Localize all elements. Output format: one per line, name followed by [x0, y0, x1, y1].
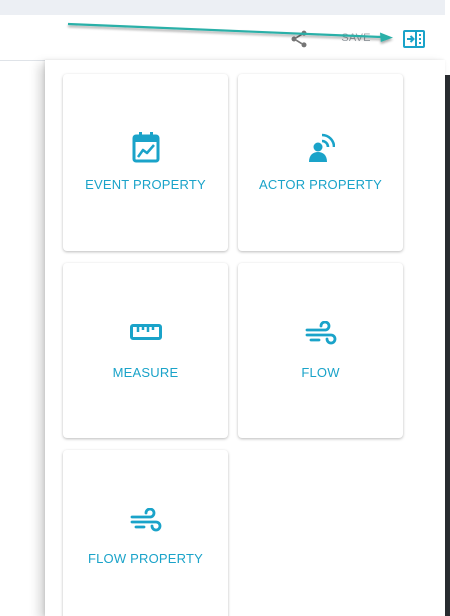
measure-card[interactable]: MEASURE	[63, 263, 228, 438]
event-property-card[interactable]: EVENT PROPERTY	[63, 74, 228, 251]
card-label: FLOW PROPERTY	[87, 551, 204, 566]
collapse-panel-button[interactable]	[401, 26, 427, 52]
element-type-drawer: EVENT PROPERTY ACTOR PROPERTY MEASURE FL…	[45, 60, 445, 616]
save-button[interactable]: SAVE	[334, 28, 378, 48]
card-label: MEASURE	[112, 365, 179, 380]
share-button[interactable]	[287, 27, 311, 51]
ruler-icon	[129, 324, 162, 340]
wind-icon	[305, 321, 336, 345]
panel-collapse-icon	[403, 30, 425, 48]
toolbar	[0, 15, 446, 61]
person-signal-icon	[308, 133, 335, 162]
card-label: FLOW	[301, 365, 340, 380]
card-label: EVENT PROPERTY	[85, 177, 206, 192]
flow-card[interactable]: FLOW	[238, 263, 403, 438]
top-strip	[0, 0, 446, 15]
calendar-chart-icon	[132, 132, 159, 163]
card-label: ACTOR PROPERTY	[259, 177, 382, 192]
right-panel	[445, 75, 450, 616]
wind-icon	[130, 508, 161, 532]
app-root: SAVE EVENT PROPERTY ACTOR PROPERTY MEASU…	[0, 0, 450, 616]
actor-property-card[interactable]: ACTOR PROPERTY	[238, 74, 403, 251]
flow-property-card[interactable]: FLOW PROPERTY	[63, 450, 228, 616]
share-icon	[291, 30, 307, 48]
